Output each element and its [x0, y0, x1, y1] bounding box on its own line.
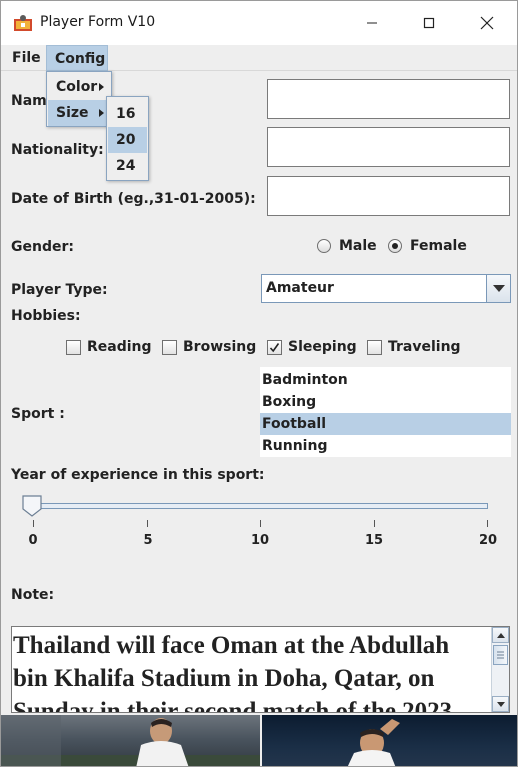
gender-male-radio[interactable]: Male [317, 238, 377, 254]
gender-label: Gender: [11, 239, 74, 255]
gender-female-radio[interactable]: Female [388, 238, 467, 254]
checkbox-browsing-box [162, 339, 177, 355]
grip-icon [497, 651, 504, 659]
chevron-right-icon [99, 109, 104, 117]
experience-slider-track[interactable] [33, 503, 488, 509]
sport-list[interactable]: Badminton Boxing Football Running [260, 367, 511, 457]
player-type-label: Player Type: [11, 282, 108, 298]
note-text: Thailand will face Oman at the Abdullah … [13, 632, 453, 713]
menu-bar: File Config [1, 45, 517, 71]
slider-tick-label: 15 [364, 533, 384, 548]
dob-field[interactable] [267, 176, 510, 216]
dob-label: Date of Birth (eg.,31-01-2005): [11, 191, 256, 207]
hobby-traveling-checkbox[interactable]: Traveling [367, 339, 461, 355]
player-celebration-image [347, 719, 400, 766]
select-arrow-button[interactable] [486, 275, 510, 302]
menu-item-color-label: Color [56, 79, 98, 95]
size-option-16[interactable]: 16 [108, 101, 147, 127]
menu-item-size-label: Size [56, 105, 89, 121]
hobby-reading-checkbox[interactable]: Reading [66, 339, 152, 355]
nationality-label: Nationality: [11, 142, 104, 158]
chevron-right-icon [99, 83, 104, 91]
scroll-up-button[interactable] [492, 627, 509, 643]
sport-item-running[interactable]: Running [260, 435, 511, 457]
close-button[interactable] [458, 1, 516, 45]
title-bar[interactable]: Player Form V10 [1, 1, 517, 45]
scroll-down-button[interactable] [492, 696, 509, 712]
slider-tick [33, 520, 34, 527]
sport-label: Sport : [11, 406, 65, 422]
slider-tick-label: 20 [478, 533, 498, 548]
slider-tick [260, 520, 261, 527]
player-form-window: Player Form V10 File Config Name Nationa… [0, 0, 518, 767]
hobbies-label: Hobbies: [11, 308, 81, 324]
checkbox-sleeping-box [267, 339, 282, 355]
player-photo-right [262, 715, 517, 766]
menu-item-color[interactable]: Color [48, 74, 110, 100]
slider-tick-label: 0 [28, 533, 38, 548]
size-option-20[interactable]: 20 [108, 127, 147, 153]
chevron-up-icon [496, 632, 505, 638]
slider-tick [147, 520, 148, 527]
checkbox-traveling-box [367, 339, 382, 355]
close-icon [480, 16, 494, 30]
hobby-browsing-checkbox[interactable]: Browsing [162, 339, 256, 355]
checkbox-reading-box [66, 339, 81, 355]
menu-config[interactable]: Config [46, 45, 108, 71]
name-field[interactable] [267, 79, 510, 119]
note-label: Note: [11, 587, 55, 603]
size-option-24[interactable]: 24 [108, 153, 147, 179]
hobby-traveling-label: Traveling [388, 339, 461, 355]
radio-female-indicator [388, 239, 402, 253]
player-silhouette-image [1, 715, 260, 766]
maximize-button[interactable] [400, 1, 458, 45]
checkmark-icon [269, 342, 280, 352]
minimize-icon [367, 22, 377, 24]
chevron-down-icon [492, 285, 505, 292]
nationality-field[interactable] [267, 127, 510, 167]
maximize-icon [423, 17, 435, 29]
java-app-icon [14, 15, 32, 31]
player-photo-left [1, 715, 260, 766]
radio-male-indicator [317, 239, 331, 253]
hobby-sleeping-label: Sleeping [288, 339, 357, 355]
window-title: Player Form V10 [40, 14, 156, 30]
hobby-reading-label: Reading [87, 339, 152, 355]
sport-item-boxing[interactable]: Boxing [260, 391, 511, 413]
player-type-value: Amateur [266, 280, 334, 296]
slider-tick-label: 5 [143, 533, 153, 548]
player-type-select[interactable]: Amateur [261, 274, 511, 303]
slider-tick [487, 520, 488, 527]
experience-slider-thumb[interactable] [22, 495, 42, 517]
slider-tick-label: 10 [250, 533, 270, 548]
minimize-button[interactable] [343, 1, 401, 45]
menu-item-size[interactable]: Size [48, 100, 110, 126]
hobby-sleeping-checkbox[interactable]: Sleeping [267, 339, 357, 355]
note-scrollbar[interactable] [491, 627, 509, 712]
sport-item-badminton[interactable]: Badminton [260, 369, 511, 391]
scroll-thumb[interactable] [493, 645, 508, 665]
slider-tick [374, 520, 375, 527]
sport-item-football[interactable]: Football [260, 413, 511, 435]
note-textarea[interactable]: Thailand will face Oman at the Abdullah … [11, 626, 510, 713]
config-menu-popup: Color Size [46, 71, 112, 127]
gender-female-label: Female [410, 238, 467, 254]
hobby-browsing-label: Browsing [183, 339, 257, 355]
menu-file[interactable]: File [4, 45, 49, 71]
chevron-down-icon [496, 701, 505, 707]
experience-label: Year of experience in this sport: [11, 467, 265, 483]
size-submenu-popup: 16 20 24 [106, 96, 149, 181]
gender-male-label: Male [339, 238, 377, 254]
